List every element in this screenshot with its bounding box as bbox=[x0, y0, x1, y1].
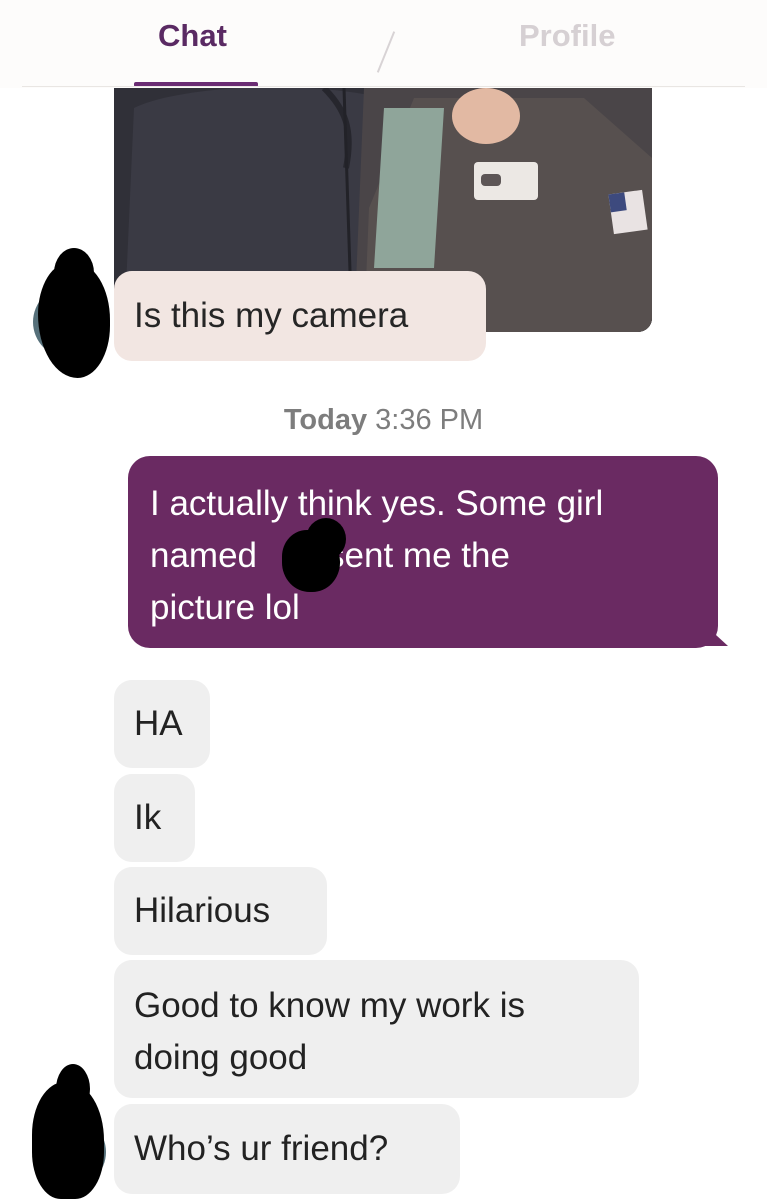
message-text: Is this my camera bbox=[134, 296, 409, 335]
message-text-fragment: sent me the bbox=[327, 536, 510, 575]
tab-divider bbox=[376, 31, 396, 73]
message-bubble-incoming[interactable]: Good to know my work is doing good bbox=[114, 960, 639, 1098]
message-text-line: I actually think yes. Some girl bbox=[150, 484, 604, 523]
tab-bar: Chat Profile bbox=[0, 0, 767, 88]
message-bubble-incoming[interactable]: Is this my camera bbox=[114, 271, 486, 361]
message-text: Hilarious bbox=[134, 891, 271, 930]
message-text-fragment: named bbox=[150, 536, 258, 575]
message-text: Who’s ur friend? bbox=[134, 1129, 389, 1168]
message-bubble-incoming[interactable]: Who’s ur friend? bbox=[114, 1104, 460, 1194]
message-text-line: doing good bbox=[134, 1038, 308, 1077]
message-text-line: named sent me the bbox=[150, 530, 696, 582]
message-text-line: picture lol bbox=[150, 588, 300, 627]
message-bubble-incoming[interactable]: Ik bbox=[114, 774, 195, 862]
message-text: HA bbox=[134, 704, 183, 743]
message-text-line: Good to know my work is bbox=[134, 986, 525, 1025]
message-text: Ik bbox=[134, 798, 162, 837]
redaction-mark bbox=[306, 518, 346, 560]
bubble-tail bbox=[704, 624, 728, 646]
message-bubble-incoming[interactable]: HA bbox=[114, 680, 210, 768]
message-timestamp: Today 3:36 PM bbox=[0, 404, 767, 437]
redaction-mark bbox=[54, 248, 94, 298]
tab-bar-divider bbox=[22, 86, 745, 87]
timestamp-time: 3:36 PM bbox=[375, 404, 484, 436]
redaction-mark bbox=[56, 1064, 90, 1114]
tab-profile[interactable]: Profile bbox=[519, 18, 615, 54]
timestamp-day: Today bbox=[283, 404, 368, 436]
message-bubble-outgoing[interactable]: I actually think yes. Some girl named sen… bbox=[128, 456, 718, 648]
message-bubble-incoming[interactable]: Hilarious bbox=[114, 867, 327, 955]
tab-chat[interactable]: Chat bbox=[158, 18, 227, 54]
